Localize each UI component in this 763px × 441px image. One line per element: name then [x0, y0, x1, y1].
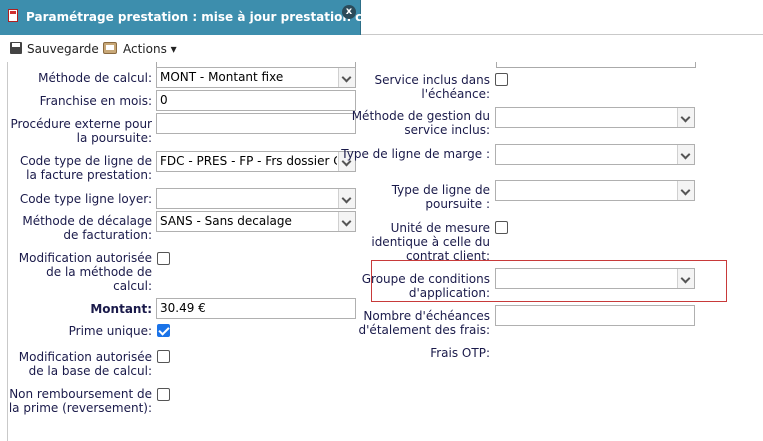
chevron-down-icon	[338, 189, 355, 208]
actions-button[interactable]: Actions ▾	[123, 41, 177, 57]
service-inclus-label-line1: Service inclus dans	[374, 73, 490, 87]
procedure-label-line1: Procédure externe pour	[10, 117, 153, 131]
modif-methode-label-line1: Modification autorisée	[18, 251, 152, 265]
nombre-echeances-input[interactable]	[495, 305, 695, 326]
procedure-label-line2: la poursuite:	[76, 131, 152, 145]
chevron-down-icon	[677, 145, 694, 164]
modif-base-label-line2: de la base de calcul:	[28, 364, 152, 378]
type-ligne-poursuite-label-line1: Type de ligne de	[391, 183, 490, 197]
type-ligne-poursuite-label: Type de ligne de poursuite :	[392, 183, 490, 211]
frais-otp-label: Frais OTP:	[430, 346, 490, 360]
modif-base-label: Modification autorisée de la base de cal…	[19, 350, 152, 378]
tab-title: Paramétrage prestation : mise à jour pre…	[26, 10, 393, 24]
modif-base-label-line1: Modification autorisée	[18, 350, 152, 364]
unite-mesure-checkbox[interactable]	[495, 221, 508, 234]
nombre-echeances-label-line2: d'étalement des frais:	[358, 323, 490, 337]
modif-methode-label-line3: calcul:	[113, 279, 152, 293]
modif-methode-label-line2: de la méthode de	[46, 265, 152, 279]
tab-parametrage-prestation[interactable]: Paramétrage prestation : mise à jour pre…	[0, 0, 393, 35]
methode-decalage-label-line1: Méthode de décalage	[22, 214, 152, 228]
type-ligne-marge-label: Type de ligne de marge :	[341, 147, 490, 161]
unite-mesure-label-line2: identique à celle du	[371, 235, 490, 249]
nombre-echeances-label-line1: Nombre d'échéances	[363, 309, 490, 323]
methode-decalage-label: Méthode de décalage de facturation:	[22, 214, 152, 242]
franchise-input[interactable]: 0	[156, 90, 356, 111]
methode-gestion-label-line1: Méthode de gestion du	[351, 109, 490, 123]
montant-input[interactable]: 30.49 €	[156, 298, 356, 319]
modif-base-checkbox[interactable]	[157, 350, 170, 363]
procedure-input[interactable]	[156, 113, 356, 134]
non-remboursement-checkbox[interactable]	[157, 388, 170, 401]
code-type-loyer-select[interactable]	[156, 188, 356, 209]
non-remboursement-label-line1: Non remboursement de	[9, 387, 152, 401]
modif-methode-checkbox[interactable]	[157, 252, 170, 265]
methode-gestion-select[interactable]	[495, 107, 695, 128]
code-type-ligne-value: FDC - PRES - FP - Frs dossier CRI	[160, 154, 337, 168]
chevron-down-icon	[677, 269, 694, 288]
nombre-echeances-label: Nombre d'échéances d'étalement des frais…	[359, 309, 490, 337]
document-icon	[8, 9, 18, 22]
close-icon[interactable]: x	[342, 5, 356, 19]
field-stub-right	[496, 62, 696, 68]
service-inclus-label-line2: l'échéance:	[421, 87, 490, 101]
code-type-ligne-label-line2: la facture prestation:	[26, 168, 152, 182]
groupe-conditions-label-line1: Groupe de conditions	[361, 272, 490, 286]
non-remboursement-label-line2: la prime (reversement):	[8, 401, 152, 415]
service-inclus-checkbox[interactable]	[495, 73, 508, 86]
methode-decalage-value: SANS - Sans decalage	[160, 214, 292, 228]
chevron-down-icon	[677, 108, 694, 127]
save-icon	[10, 42, 22, 54]
unite-mesure-label: Unité de mesure identique à celle du con…	[371, 221, 490, 263]
code-type-loyer-label: Code type ligne loyer:	[19, 192, 152, 206]
prime-unique-checkbox[interactable]	[157, 324, 170, 337]
methode-calcul-value: MONT - Montant fixe	[160, 70, 284, 84]
methode-decalage-label-line2: de facturation:	[63, 228, 152, 242]
save-button[interactable]: Sauvegarde	[27, 41, 99, 57]
code-type-ligne-label-line1: Code type de ligne de	[19, 154, 152, 168]
service-inclus-label: Service inclus dans l'échéance:	[374, 73, 490, 101]
unite-mesure-label-line1: Unité de mesure	[390, 221, 490, 235]
tab-bar: Paramétrage prestation : mise à jour pre…	[0, 0, 763, 35]
groupe-conditions-label: Groupe de conditions d'application:	[362, 272, 490, 300]
actions-icon	[103, 42, 117, 54]
procedure-label: Procédure externe pour la poursuite:	[11, 117, 153, 145]
montant-label: Montant:	[90, 302, 152, 316]
groupe-conditions-label-line2: d'application:	[408, 286, 490, 300]
chevron-down-icon	[677, 181, 694, 200]
type-ligne-poursuite-select[interactable]	[495, 180, 695, 201]
code-type-ligne-select[interactable]: FDC - PRES - FP - Frs dossier CRI	[156, 151, 356, 172]
franchise-label: Franchise en mois:	[39, 94, 152, 108]
type-ligne-marge-select[interactable]	[495, 144, 695, 165]
methode-decalage-select[interactable]: SANS - Sans decalage	[156, 211, 356, 232]
methode-gestion-label-line2: service inclus:	[404, 123, 490, 137]
chevron-down-icon	[338, 68, 355, 87]
chevron-down-icon	[338, 212, 355, 231]
methode-calcul-label: Méthode de calcul:	[38, 71, 152, 85]
modif-methode-label: Modification autorisée de la méthode de …	[19, 251, 152, 293]
methode-calcul-select[interactable]: MONT - Montant fixe	[156, 67, 356, 88]
methode-gestion-label: Méthode de gestion du service inclus:	[352, 109, 490, 137]
type-ligne-poursuite-label-line2: poursuite :	[425, 197, 490, 211]
prime-unique-label: Prime unique:	[68, 324, 152, 338]
non-remboursement-label: Non remboursement de la prime (reverseme…	[9, 387, 152, 415]
groupe-conditions-select[interactable]	[495, 268, 695, 289]
code-type-ligne-label: Code type de ligne de la facture prestat…	[20, 154, 152, 182]
